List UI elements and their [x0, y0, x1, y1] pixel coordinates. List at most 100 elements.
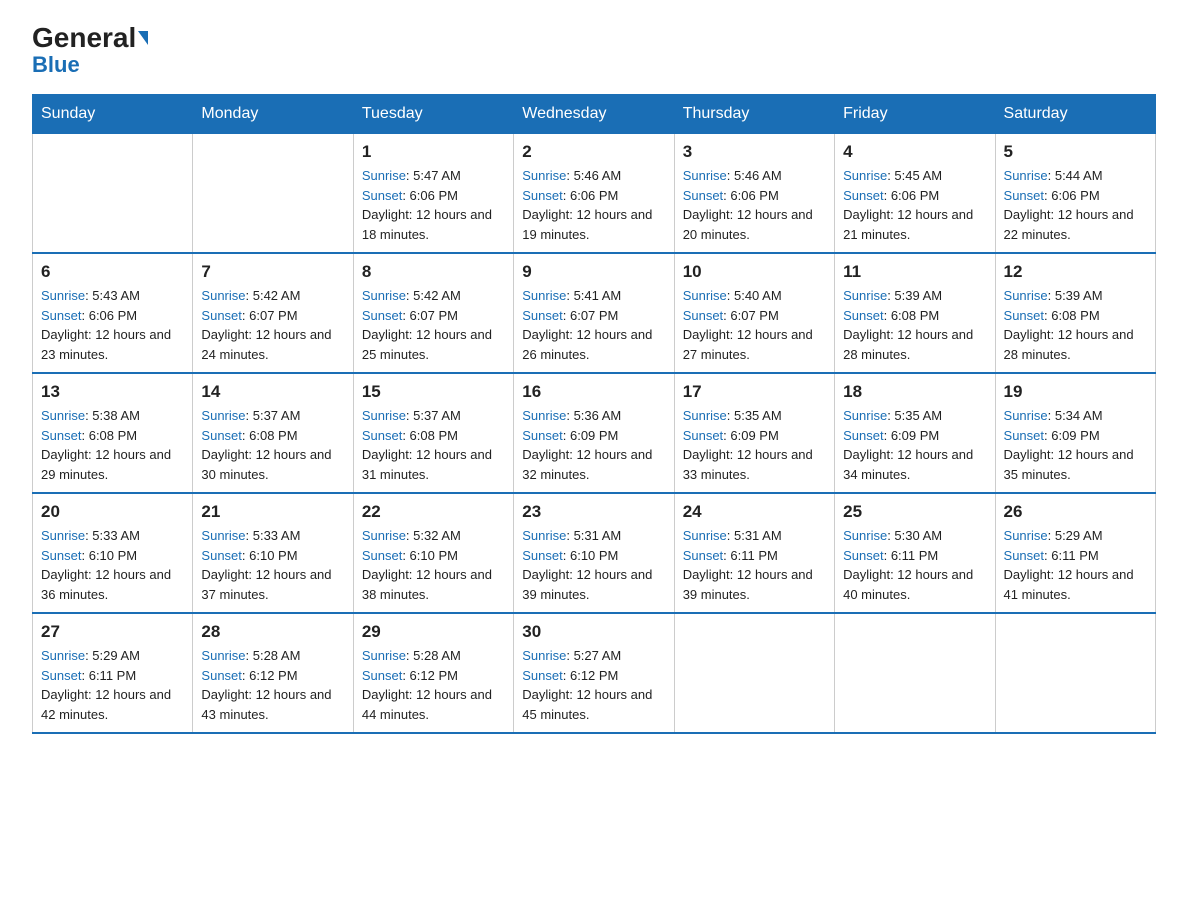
calendar-cell: 3Sunrise: 5:46 AMSunset: 6:06 PMDaylight…	[674, 134, 834, 254]
logo: General Blue	[32, 24, 148, 78]
info-value: : 5:30 AM	[887, 528, 942, 543]
info-label: Sunrise	[843, 288, 887, 303]
calendar-cell: 27Sunrise: 5:29 AMSunset: 6:11 PMDayligh…	[33, 613, 193, 733]
info-value: : 6:10 PM	[242, 548, 298, 563]
info-label: Sunrise	[1004, 408, 1048, 423]
info-value: : 5:37 AM	[406, 408, 461, 423]
calendar-cell: 5 Sunrise: 5:44 AMSunset: 6:06 PMDaylight…	[995, 134, 1155, 254]
logo-blue-text: Blue	[32, 52, 80, 78]
calendar-week-3: 13Sunrise: 5:38 AMSunset: 6:08 PMDayligh…	[33, 373, 1156, 493]
info-label: Sunset	[843, 188, 883, 203]
info-value: : 5:47 AM	[406, 168, 461, 183]
day-info: Sunrise: 5:30 AMSunset: 6:11 PMDaylight:…	[843, 526, 986, 604]
info-value: : 5:39 AM	[887, 288, 942, 303]
day-number: 22	[362, 502, 505, 522]
info-label: Sunrise	[522, 408, 566, 423]
info-value: : 6:11 PM	[81, 668, 136, 683]
logo-arrow-icon	[138, 31, 148, 45]
day-info: Sunrise: 5:40 AMSunset: 6:07 PMDaylight:…	[683, 286, 826, 364]
info-value: : 5:38 AM	[85, 408, 140, 423]
info-value: : 6:06 PM	[884, 188, 940, 203]
info-value: : 6:06 PM	[81, 308, 137, 323]
calendar-cell: 4Sunrise: 5:45 AMSunset: 6:06 PMDaylight…	[835, 134, 995, 254]
info-label: Sunrise	[683, 288, 727, 303]
header-thursday: Thursday	[674, 95, 834, 134]
info-label: Sunset	[683, 428, 723, 443]
info-value: : 5:29 AM	[85, 648, 140, 663]
day-number: 23	[522, 502, 665, 522]
info-value: : 6:06 PM	[723, 188, 779, 203]
info-value: : 6:10 PM	[81, 548, 137, 563]
day-number: 26	[1004, 502, 1147, 522]
info-value: : 6:08 PM	[81, 428, 137, 443]
info-label: Sunset	[522, 308, 562, 323]
logo-general-text: General	[32, 24, 136, 52]
day-number: 2	[522, 142, 665, 162]
day-info: Sunrise: 5:37 AMSunset: 6:08 PMDaylight:…	[362, 406, 505, 484]
day-info: Sunrise: 5:28 AMSunset: 6:12 PMDaylight:…	[201, 646, 344, 724]
day-number: 11	[843, 262, 986, 282]
info-label: Sunset	[201, 308, 241, 323]
info-label: Sunset	[1004, 548, 1044, 563]
calendar-cell	[193, 134, 353, 254]
calendar-week-1: 1Sunrise: 5:47 AMSunset: 6:06 PMDaylight…	[33, 134, 1156, 254]
info-value: : 5:35 AM	[887, 408, 942, 423]
info-value: : 6:08 PM	[1044, 308, 1100, 323]
info-value: : 5:31 AM	[727, 528, 782, 543]
info-label: Sunrise	[683, 168, 727, 183]
day-info: Sunrise: 5:46 AMSunset: 6:06 PMDaylight:…	[683, 166, 826, 244]
calendar-cell: 26Sunrise: 5:29 AMSunset: 6:11 PMDayligh…	[995, 493, 1155, 613]
day-number: 10	[683, 262, 826, 282]
info-label: Sunset	[362, 428, 402, 443]
info-label: Sunset	[201, 548, 241, 563]
calendar-cell	[835, 613, 995, 733]
header-tuesday: Tuesday	[353, 95, 513, 134]
info-label: Sunset	[1004, 428, 1044, 443]
info-value: : 6:09 PM	[563, 428, 619, 443]
info-value: : 6:12 PM	[242, 668, 298, 683]
info-value: : 5:40 AM	[727, 288, 782, 303]
calendar-cell: 23 Sunrise: 5:31 AMSunset: 6:10 PMDayligh…	[514, 493, 674, 613]
info-value: : 5:41 AM	[566, 288, 621, 303]
day-info: Sunrise: 5:31 AMSunset: 6:10 PMDaylight:…	[522, 526, 665, 604]
info-label: Sunset	[522, 428, 562, 443]
calendar-cell: 17Sunrise: 5:35 AMSunset: 6:09 PMDayligh…	[674, 373, 834, 493]
page-header: General Blue	[32, 24, 1156, 78]
info-value: : 6:11 PM	[884, 548, 939, 563]
day-info: Sunrise: 5:38 AMSunset: 6:08 PMDaylight:…	[41, 406, 184, 484]
day-number: 24	[683, 502, 826, 522]
day-info: Sunrise: 5:43 AMSunset: 6:06 PMDaylight:…	[41, 286, 184, 364]
info-label: Sunrise	[362, 408, 406, 423]
info-value: : 6:12 PM	[563, 668, 619, 683]
info-value: : 6:07 PM	[563, 308, 619, 323]
info-value: : 6:09 PM	[723, 428, 779, 443]
info-label: Sunrise	[522, 288, 566, 303]
info-label: Sunrise	[843, 528, 887, 543]
info-label: Sunrise	[1004, 168, 1048, 183]
day-number: 19	[1004, 382, 1147, 402]
info-value: : 6:08 PM	[242, 428, 298, 443]
day-number: 7	[201, 262, 344, 282]
info-value: : 6:08 PM	[402, 428, 458, 443]
info-value: : 6:11 PM	[723, 548, 778, 563]
day-info: Sunrise: 5:35 AMSunset: 6:09 PMDaylight:…	[843, 406, 986, 484]
day-info: Sunrise: 5:34 AMSunset: 6:09 PMDaylight:…	[1004, 406, 1147, 484]
calendar-cell: 18Sunrise: 5:35 AMSunset: 6:09 PMDayligh…	[835, 373, 995, 493]
info-value: : 5:27 AM	[566, 648, 621, 663]
day-info: Sunrise: 5:39 AMSunset: 6:08 PMDaylight:…	[1004, 286, 1147, 364]
info-label: Sunset	[522, 668, 562, 683]
day-info: Sunrise: 5:44 AMSunset: 6:06 PMDaylight:…	[1004, 166, 1147, 244]
calendar-cell: 21Sunrise: 5:33 AMSunset: 6:10 PMDayligh…	[193, 493, 353, 613]
info-value: : 6:09 PM	[884, 428, 940, 443]
info-value: : 6:10 PM	[563, 548, 619, 563]
day-number: 5	[1004, 142, 1147, 162]
header-friday: Friday	[835, 95, 995, 134]
info-label: Sunrise	[362, 528, 406, 543]
day-info: Sunrise: 5:39 AMSunset: 6:08 PMDaylight:…	[843, 286, 986, 364]
info-value: : 5:44 AM	[1048, 168, 1103, 183]
info-label: Sunset	[201, 428, 241, 443]
info-label: Sunrise	[683, 408, 727, 423]
day-number: 14	[201, 382, 344, 402]
info-label: Sunrise	[362, 168, 406, 183]
info-value: : 6:06 PM	[402, 188, 458, 203]
